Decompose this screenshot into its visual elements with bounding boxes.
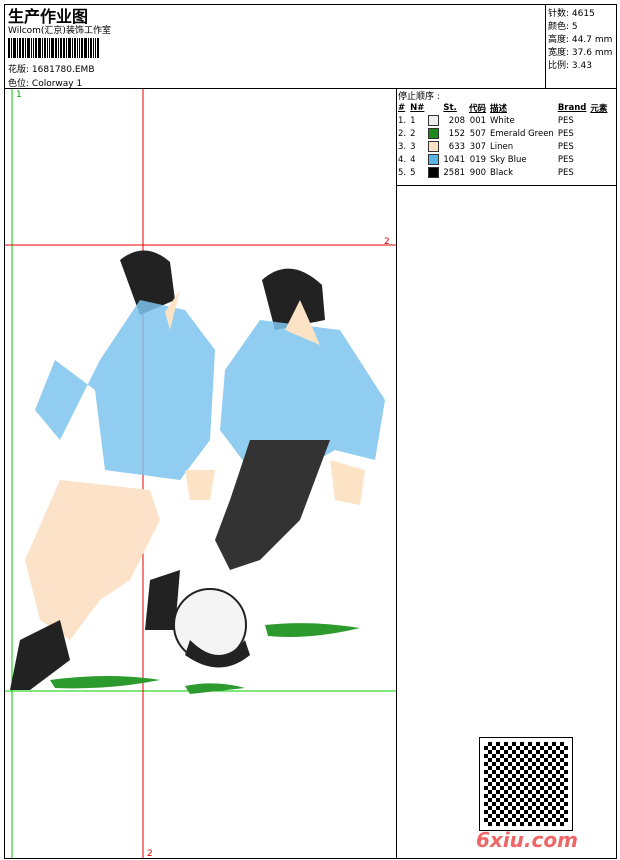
design-canvas: 1 2 2 [5,89,396,859]
green-guide-label: 1 [16,90,22,100]
red-h-guide-label: 2 [384,237,390,247]
red-v-guide-label: 2 [147,849,153,859]
qr-code [479,737,573,831]
watermark: 6xiu.com [476,828,578,852]
embroidery-design [10,250,385,694]
